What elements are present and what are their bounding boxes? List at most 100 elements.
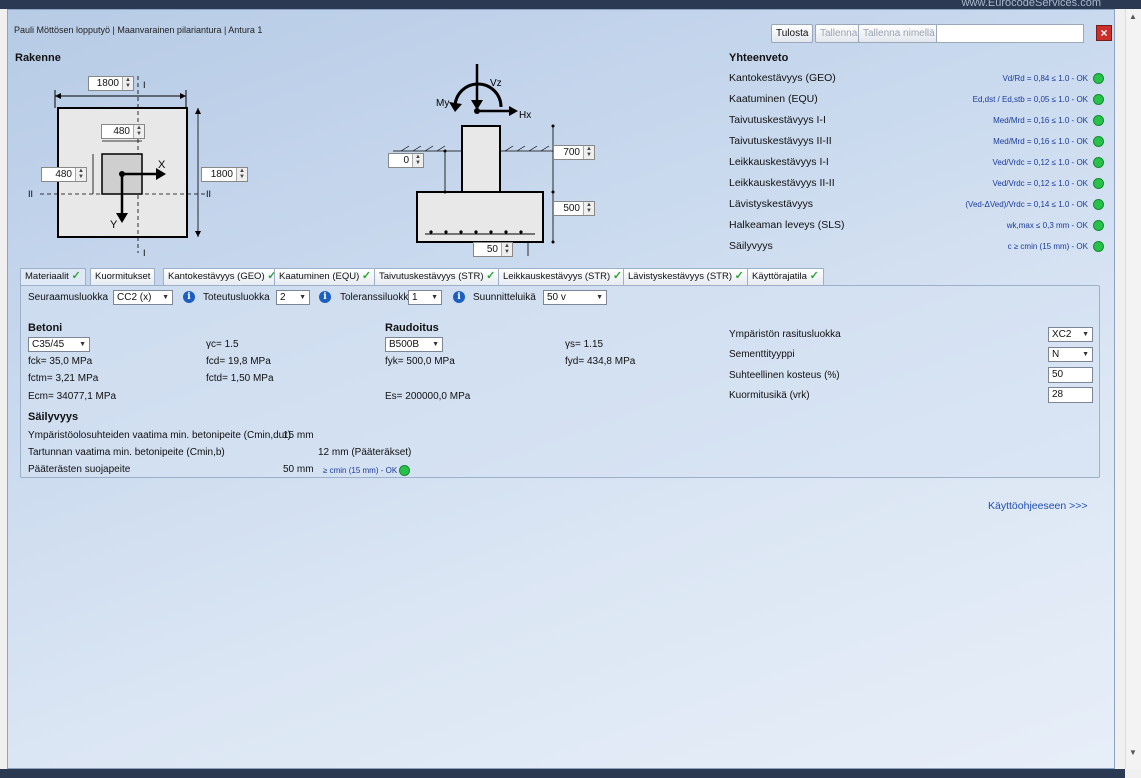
status-ok-icon [1093, 241, 1104, 252]
save-button[interactable]: Tallenna [815, 24, 863, 43]
spinner-icon: ▲ ▼ [583, 146, 594, 159]
page-scrollbar[interactable]: ▲ ▼ [1125, 9, 1141, 769]
gamma-s-value: γs= 1.15 [565, 339, 604, 350]
summary-status: c ≥ cmin (15 mm) - OK [1007, 242, 1088, 251]
footing-height-input[interactable]: 500 ▲ ▼ [553, 201, 595, 216]
humidity-input[interactable]: 50 [1048, 367, 1093, 383]
concrete-grade-select[interactable]: C35/45 ▼ [28, 337, 90, 352]
info-icon[interactable]: i [319, 291, 331, 303]
status-ok-icon [1093, 199, 1104, 210]
status-ok-icon [1093, 157, 1104, 168]
window-title: Pauli Möttösen lopputyö | Maanvarainen p… [14, 25, 263, 35]
steel-grade-select[interactable]: B500B ▼ [385, 337, 443, 352]
browser-top-strip: www.EurocodeServices.com [0, 0, 1141, 9]
browser-bottom-strip [0, 769, 1125, 778]
summary-status: Ed,dst / Ed,stb = 0,05 ≤ 1.0 - OK [972, 95, 1088, 104]
summary-status: Ved/Vrdc = 0,12 ≤ 1.0 - OK [992, 158, 1088, 167]
tab-taivutuskestavyys[interactable]: Taivutuskestävyys (STR) ✓ [374, 268, 501, 285]
scroll-down-icon[interactable]: ▼ [1129, 748, 1137, 757]
cement-type-select[interactable]: N ▼ [1048, 347, 1093, 362]
tab-materiaalit[interactable]: Materiaalit ✓ [20, 268, 86, 286]
tab-kaatuminen[interactable]: Kaatuminen (EQU) ✓ [274, 268, 377, 285]
consequence-class-label: Seuraamusluokka [28, 292, 109, 303]
user-guide-link[interactable]: Käyttöohjeeseen >>> [988, 500, 1088, 512]
print-button[interactable]: Tulosta [771, 24, 814, 43]
summary-label: Kaatuminen (EQU) [729, 93, 818, 105]
check-icon: ✓ [361, 270, 372, 282]
tab-leikkauskestavyys[interactable]: Leikkauskestävyys (STR) ✓ [498, 268, 628, 285]
tolerance-class-label: Toleranssiluokka [340, 292, 414, 303]
section-I-top-label: I [143, 80, 146, 90]
tolerance-class-select[interactable]: 1 ▼ [408, 290, 442, 305]
execution-class-select[interactable]: 2 ▼ [276, 290, 310, 305]
tab-kayttorajatila[interactable]: Käyttörajatila ✓ [747, 268, 824, 285]
chevron-down-icon: ▼ [299, 294, 306, 301]
scroll-up-icon[interactable]: ▲ [1129, 12, 1137, 21]
summary-label: Leikkauskestävyys I-I [729, 156, 829, 168]
durability-title: Säilyvyys [28, 411, 79, 423]
cmin-b-value: 12 mm (Pääteräkset) [318, 447, 412, 458]
file-name-input[interactable] [936, 24, 1084, 43]
loading-age-input[interactable]: 28 [1048, 387, 1093, 403]
cover-input[interactable]: 50 ▲ ▼ [473, 242, 513, 257]
chevron-down-icon: ▼ [596, 294, 603, 301]
spinner-icon: ▲ ▼ [236, 168, 247, 181]
execution-class-label: Toteutusluokka [203, 292, 270, 303]
spinner-icon: ▲ ▼ [75, 168, 86, 181]
cmin-dur-value: 15 mm [283, 430, 314, 441]
chevron-down-icon: ▼ [162, 294, 169, 301]
cmin-b-label: Tartunnan vaatima min. betonipeite (Cmin… [28, 447, 225, 458]
fcd-value: fcd= 19,8 MPa [206, 356, 271, 367]
fctm-value: fctm= 3,21 MPa [28, 373, 99, 384]
design-life-select[interactable]: 50 v ▼ [543, 290, 607, 305]
close-icon[interactable]: × [1096, 25, 1112, 41]
footing-width-x-input[interactable]: 1800 ▲ ▼ [88, 76, 134, 91]
spinner-icon: ▲ ▼ [583, 202, 594, 215]
consequence-class-select[interactable]: CC2 (x) ▼ [113, 290, 173, 305]
pillar-height-input[interactable]: 700 ▲ ▼ [553, 145, 595, 160]
spinner-icon: ▲ ▼ [412, 154, 423, 167]
tab-lavistyskestavyys[interactable]: Lävistyskestävyys (STR) ✓ [623, 268, 749, 285]
info-icon[interactable]: i [183, 291, 195, 303]
check-icon: ✓ [612, 270, 623, 282]
ecm-value: Ecm= 34077,1 MPa [28, 391, 117, 402]
summary-title: Yhteenveto [729, 52, 789, 64]
summary-row: Taivutuskestävyys II-II Med/Mrd = 0,16 ≤… [729, 133, 1104, 151]
save-as-button[interactable]: Tallenna nimellä [858, 24, 940, 43]
check-icon: ✓ [809, 270, 819, 282]
tab-kantokestavyys[interactable]: Kantokestävyys (GEO) ✓ [163, 268, 282, 285]
main-bar-cover-value: 50 mm [283, 464, 314, 475]
summary-label: Lävistyskestävyys [729, 198, 814, 210]
fctd-value: fctd= 1,50 MPa [206, 373, 274, 384]
gamma-c-value: γc= 1.5 [206, 339, 239, 350]
pillar-width-y-input[interactable]: 480 ▲ ▼ [41, 167, 87, 182]
summary-row: Taivutuskestävyys I-I Med/Mrd = 0,16 ≤ 1… [729, 112, 1104, 130]
check-icon: ✓ [486, 270, 496, 282]
summary-row: Säilyvyys c ≥ cmin (15 mm) - OK [729, 238, 1104, 256]
summary-row: Leikkauskestävyys II-II Ved/Vrdc = 0,12 … [729, 175, 1104, 193]
pillar-width-x-input[interactable]: 480 ▲ ▼ [101, 124, 145, 139]
status-ok-icon [1093, 178, 1104, 189]
offset-input[interactable]: 0 ▲ ▼ [388, 153, 424, 168]
summary-row: Leikkauskestävyys I-I Ved/Vrdc = 0,12 ≤ … [729, 154, 1104, 172]
info-icon[interactable]: i [453, 291, 465, 303]
summary-label: Leikkauskestävyys II-II [729, 177, 835, 189]
chevron-down-icon: ▼ [431, 294, 438, 301]
humidity-label: Suhteellinen kosteus (%) [729, 370, 840, 381]
status-ok-icon [1093, 115, 1104, 126]
summary-row: Kaatuminen (EQU) Ed,dst / Ed,stb = 0,05 … [729, 91, 1104, 109]
tab-kuormitukset[interactable]: Kuormitukset [90, 268, 156, 285]
summary-status: Vd/Rd = 0,84 ≤ 1.0 - OK [1002, 74, 1088, 83]
my-label: My [436, 98, 449, 109]
vz-label: Vz [490, 78, 502, 89]
footing-width-y-input[interactable]: 1800 ▲ ▼ [201, 167, 248, 182]
summary-label: Taivutuskestävyys I-I [729, 114, 826, 126]
status-ok-icon [1093, 73, 1104, 84]
axis-x-label: X [158, 159, 166, 171]
spinner-icon: ▲ ▼ [133, 125, 144, 138]
summary-row: Kantokestävyys (GEO) Vd/Rd = 0,84 ≤ 1.0 … [729, 70, 1104, 88]
chevron-down-icon: ▼ [79, 341, 86, 348]
concrete-title: Betoni [28, 322, 63, 334]
exposure-class-select[interactable]: XC2 ▼ [1048, 327, 1093, 342]
es-value: Es= 200000,0 MPa [385, 391, 471, 402]
